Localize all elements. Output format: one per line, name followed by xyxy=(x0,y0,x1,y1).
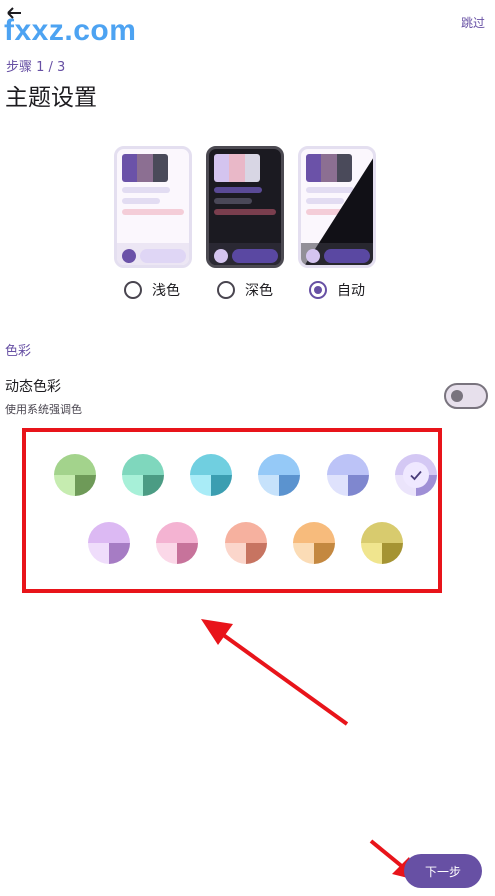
preview-header-block xyxy=(214,154,260,182)
theme-option-light[interactable]: 浅色 xyxy=(124,280,180,300)
dynamic-color-title: 动态色彩 xyxy=(5,379,61,395)
annotation-arrow xyxy=(201,619,349,726)
preview-header-block xyxy=(122,154,168,182)
theme-preview-auto[interactable] xyxy=(298,146,376,268)
theme-option-label: 深色 xyxy=(245,283,273,299)
radio-dark[interactable] xyxy=(217,281,235,299)
annotation-highlight-box xyxy=(22,428,442,593)
radio-auto[interactable] xyxy=(309,281,327,299)
theme-option-label: 浅色 xyxy=(152,283,180,299)
section-heading-color: 色彩 xyxy=(5,344,32,359)
dynamic-color-subtitle: 使用系统强调色 xyxy=(5,403,82,416)
dynamic-color-toggle[interactable] xyxy=(444,383,488,409)
theme-preview-dark[interactable] xyxy=(206,146,284,268)
checkmark-icon xyxy=(410,470,422,481)
next-button[interactable]: 下一步 xyxy=(404,854,482,888)
toggle-thumb xyxy=(451,390,463,402)
theme-option-dark[interactable]: 深色 xyxy=(217,280,273,300)
step-indicator: 步骤 1 / 3 xyxy=(6,60,66,75)
radio-light[interactable] xyxy=(124,281,142,299)
theme-preview-light[interactable] xyxy=(114,146,192,268)
site-watermark: fxxz.com xyxy=(4,14,137,47)
theme-option-label: 自动 xyxy=(337,283,365,299)
page-title: 主题设置 xyxy=(5,85,97,111)
theme-option-auto[interactable]: 自动 xyxy=(309,280,365,300)
back-arrow-icon[interactable] xyxy=(6,6,22,20)
skip-button[interactable]: 跳过 xyxy=(461,14,485,31)
